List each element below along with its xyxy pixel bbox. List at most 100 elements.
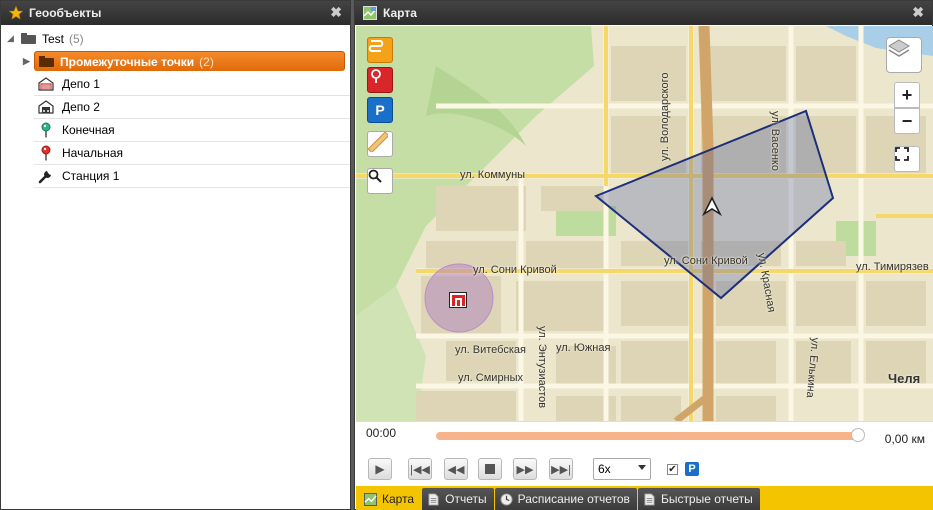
tab-reports[interactable]: Отчеты <box>422 488 494 510</box>
tree-item-final[interactable]: Конечная <box>34 119 350 142</box>
depot-marker-icon[interactable] <box>449 292 467 308</box>
document-icon <box>644 492 655 506</box>
tree-item-label: Промежуточные точки <box>60 54 195 69</box>
tree-item-label: Начальная <box>62 146 124 160</box>
map-panel: Карта ✖ ул. Коммуны ул. Сони Кривой ул. … <box>354 0 933 510</box>
playback-time: 00:00 <box>366 426 397 440</box>
folder-icon <box>21 33 36 44</box>
street-label: ул. Энтузиастов <box>536 326 548 409</box>
tree-item-initial[interactable]: Начальная <box>34 142 350 165</box>
skip-end-button[interactable]: ▶▶| <box>549 458 573 480</box>
stop-icon <box>485 464 495 474</box>
geoobjects-title: Геообъекты <box>29 6 102 20</box>
tree-item-label: Конечная <box>62 123 115 137</box>
street-label: ул. Володарского <box>659 72 671 161</box>
tab-quick-reports[interactable]: Быстрые отчеты <box>637 488 760 510</box>
map-icon <box>364 492 377 506</box>
map-canvas[interactable]: ул. Коммуны ул. Сони Кривой ул. Сони Кри… <box>356 26 933 421</box>
tree-item-depot-2[interactable]: Депо 2 <box>34 96 350 119</box>
play-button[interactable]: ▶ <box>368 458 392 480</box>
geozone-tool-button[interactable] <box>367 67 393 93</box>
tab-label: Карта <box>382 492 415 506</box>
tree-item-depot-1[interactable]: Депо 1 <box>34 73 350 96</box>
street-label: ул. Тимирязев <box>856 261 929 273</box>
depot-icon <box>38 76 54 92</box>
tree-item-station-1[interactable]: Станция 1 <box>34 165 350 188</box>
close-icon[interactable]: ✖ <box>330 5 342 19</box>
parking-icon: P <box>685 462 699 476</box>
zoom-out-button[interactable]: − <box>894 108 920 134</box>
pin-red-icon <box>38 145 54 161</box>
map-title: Карта <box>383 6 417 20</box>
play-icon: ▶ <box>375 462 385 476</box>
fullscreen-button[interactable] <box>894 146 920 172</box>
tree-item-count: (2) <box>199 54 214 69</box>
stop-button[interactable] <box>478 458 502 480</box>
tree-item-label: Станция 1 <box>62 169 120 183</box>
forward-button[interactable]: ▶▶ <box>513 458 537 480</box>
garage-icon <box>38 99 54 115</box>
search-map-button[interactable] <box>367 168 393 194</box>
parking-checkbox[interactable]: ✔ <box>667 464 678 475</box>
tree-item-intermediate-points[interactable]: ▶ Промежуточные точки (2) <box>23 51 345 71</box>
chevron-down-icon <box>638 465 646 470</box>
skip-start-button[interactable]: |◀◀ <box>408 458 432 480</box>
speed-select[interactable]: 6x <box>593 458 651 480</box>
expand-arrow-icon[interactable]: ▶ <box>23 56 30 67</box>
tab-map[interactable]: Карта <box>359 488 422 510</box>
map-icon <box>363 6 377 20</box>
tree-root-label: Test <box>42 31 65 46</box>
clock-icon <box>500 492 513 506</box>
tree-item-label: Депо 2 <box>62 100 100 114</box>
route-icon <box>368 40 384 52</box>
playback-track[interactable] <box>436 432 864 440</box>
playback-knob[interactable] <box>851 428 865 442</box>
map-tiles <box>356 26 933 421</box>
parking-tool-button[interactable]: P <box>367 97 393 123</box>
skip-start-icon: |◀◀ <box>410 463 430 476</box>
close-icon[interactable]: ✖ <box>912 5 924 19</box>
street-label: ул. Сони Кривой <box>473 264 557 276</box>
tab-label: Отчеты <box>445 492 487 506</box>
document-icon <box>428 492 439 506</box>
street-label: ул. Смирных <box>458 372 524 384</box>
geoobjects-tree: ◢ Test (5) ▶ Промежуточные точки (2) Деп… <box>1 25 350 188</box>
street-label: ул. Южная <box>556 342 611 354</box>
wrench-icon <box>38 168 54 184</box>
tree-root-test[interactable]: ◢ Test (5) <box>1 27 350 50</box>
forward-icon: ▶▶ <box>516 463 534 476</box>
pin-icon <box>371 69 381 83</box>
tab-label: Расписание отчетов <box>517 492 630 506</box>
rewind-icon: ◀◀ <box>447 463 465 476</box>
layers-button[interactable] <box>886 37 922 73</box>
bottom-tabs: Карта Отчеты Расписание отчетов Быстрые … <box>356 486 933 510</box>
street-label: ул. Коммуны <box>460 169 526 181</box>
fullscreen-icon <box>895 147 909 161</box>
parking-icon: P <box>375 102 385 118</box>
search-icon <box>368 169 382 183</box>
route-tool-button[interactable] <box>367 37 393 63</box>
playback-bar: 00:00 0,00 км ▶ |◀◀ ◀◀ ▶▶ ▶▶| 6x ✔ P <box>356 421 933 486</box>
zoom-in-button[interactable]: + <box>894 82 920 108</box>
street-label: ул. Васенко <box>769 111 781 171</box>
geoobjects-titlebar: Геообъекты ✖ <box>1 1 350 25</box>
layers-icon <box>888 39 910 57</box>
folder-icon <box>39 56 54 67</box>
playback-distance: 0,00 км <box>884 432 925 446</box>
tree-item-label: Депо 1 <box>62 77 100 91</box>
pin-green-icon <box>38 122 54 138</box>
street-label: ул. Витебская <box>455 344 526 356</box>
ruler-tool-button[interactable] <box>367 131 393 157</box>
speed-value: 6x <box>598 462 611 476</box>
ruler-icon <box>368 132 388 152</box>
street-label: ул. Сони Кривой <box>664 255 748 267</box>
city-label: Челя <box>888 371 921 386</box>
tab-report-schedule[interactable]: Расписание отчетов <box>494 488 637 510</box>
collapse-arrow-icon[interactable]: ◢ <box>7 33 21 44</box>
star-icon <box>9 6 23 20</box>
geoobjects-panel: Геообъекты ✖ ◢ Test (5) ▶ Промежуточные … <box>0 0 351 510</box>
tab-label: Быстрые отчеты <box>660 492 753 506</box>
skip-end-icon: ▶▶| <box>551 463 571 476</box>
rewind-button[interactable]: ◀◀ <box>444 458 468 480</box>
map-titlebar: Карта ✖ <box>355 1 932 25</box>
